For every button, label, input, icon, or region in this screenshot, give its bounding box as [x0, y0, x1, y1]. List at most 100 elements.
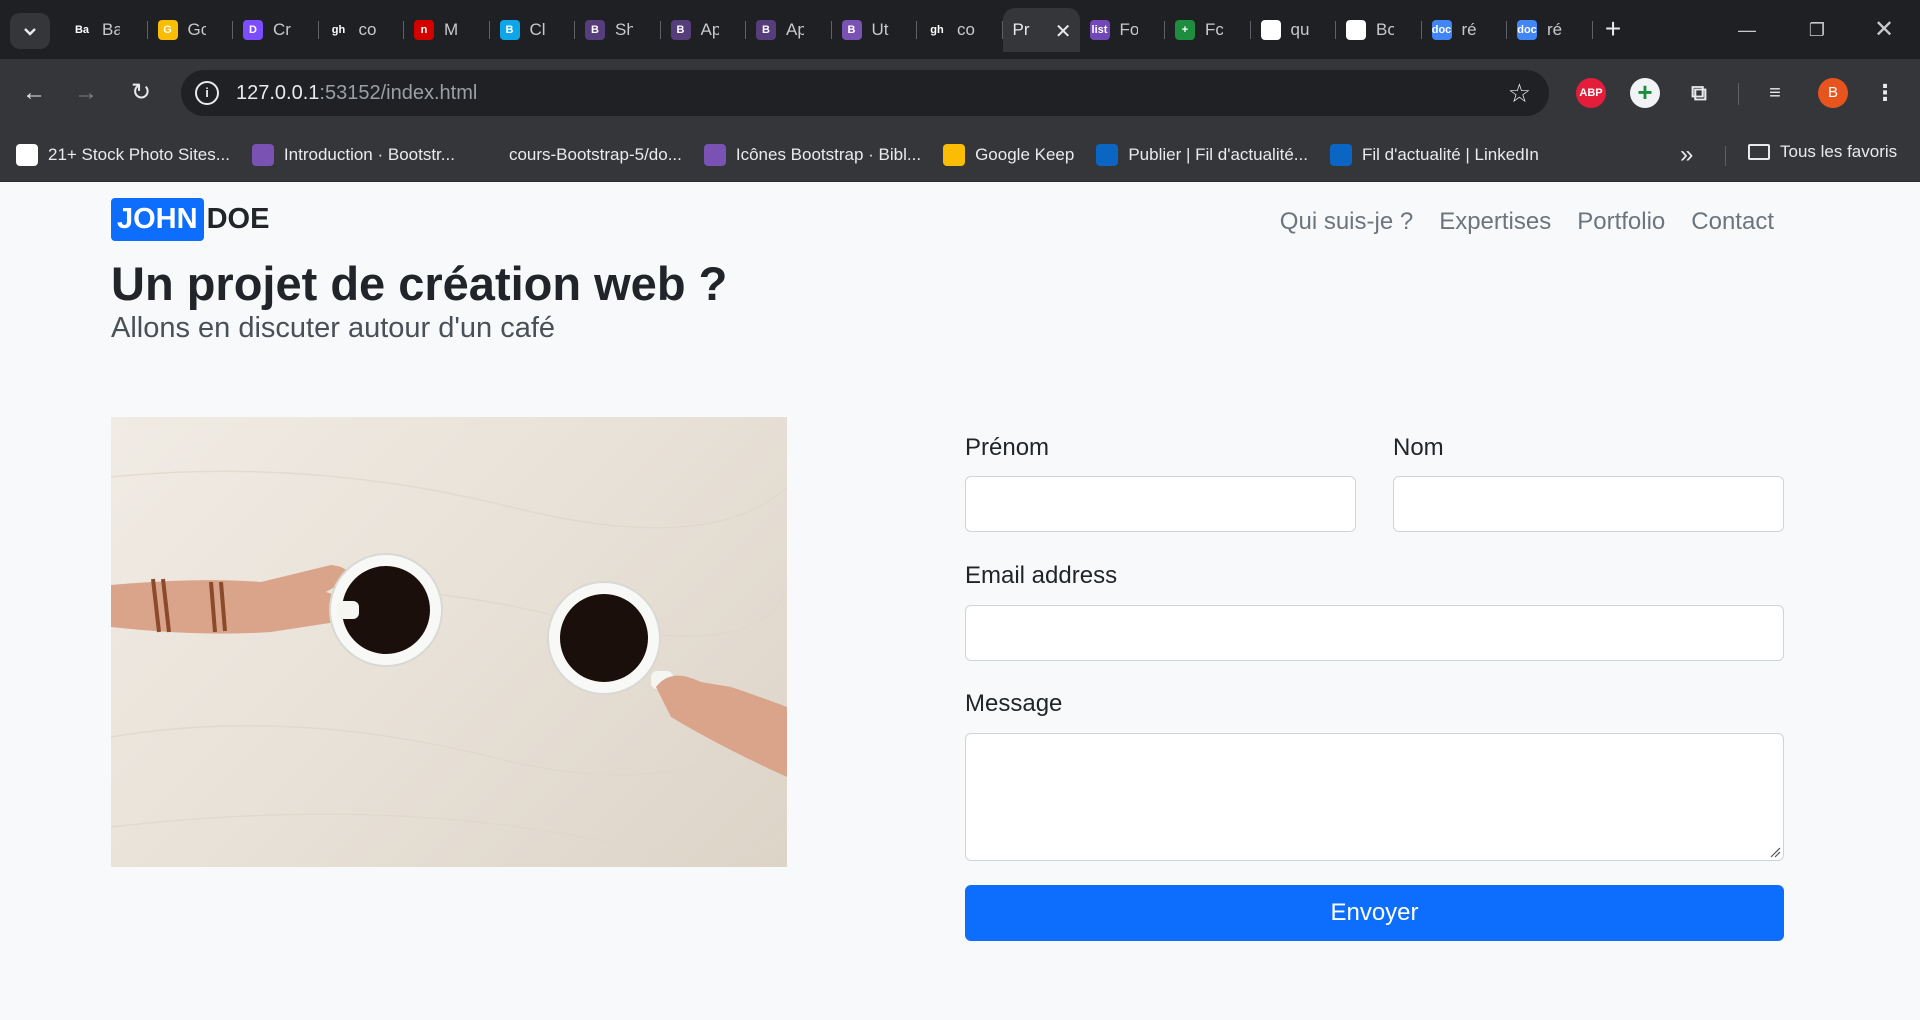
tab-favicon-icon: M	[1346, 20, 1366, 40]
bookmark-item[interactable]: Fil d'actualité | LinkedIn	[1329, 144, 1539, 166]
tab[interactable]: B Ap	[661, 8, 747, 52]
bookmark-star-icon[interactable]: ☆	[1508, 78, 1531, 109]
tab[interactable]: D Cr	[233, 8, 319, 52]
more-menu-icon[interactable]: ⋮	[1870, 78, 1900, 108]
bookmark-label: Publier | Fil d'actualité...	[1128, 145, 1308, 164]
tab[interactable]: nM	[404, 8, 490, 52]
tab[interactable]: B Sh	[575, 8, 661, 52]
tab-title: M	[444, 20, 459, 39]
last-name-label: Nom	[1393, 434, 1444, 461]
tab[interactable]: doc ré	[1422, 8, 1508, 52]
browser-tab-bar: Ba Ba G Gc D Cr gh co n M B Cl B Sh B Ap B Ap B Ut gh co Pr ✕ li…	[0, 0, 1920, 59]
url-text[interactable]: 127.0.0.1:53152/index.html	[236, 82, 477, 105]
tab[interactable]: Ba Ba	[62, 8, 148, 52]
bookmark-item[interactable]: 21+ Stock Photo Sites...	[16, 144, 230, 166]
nav-link-about[interactable]: Qui suis-je ?	[1280, 208, 1413, 236]
all-bookmarks-button[interactable]: Tous les favoris	[1748, 142, 1897, 162]
address-bar[interactable]: i 127.0.0.1:53152/index.html ☆	[181, 70, 1549, 116]
forward-button[interactable]: →	[68, 75, 104, 111]
nav-link-portfolio[interactable]: Portfolio	[1577, 208, 1665, 236]
tab-title: Ap	[700, 20, 719, 39]
nav-link-expertises[interactable]: Expertises	[1439, 208, 1551, 236]
bookmark-label: Google Keep	[975, 145, 1075, 164]
linkedin-icon	[1096, 144, 1119, 166]
tab-title: Bo	[1376, 20, 1394, 39]
tab[interactable]: gh co	[319, 8, 405, 52]
site-brand[interactable]: JOHN DOE	[111, 198, 269, 241]
tab-strip: Ba Ba G Gc D Cr gh co n M B Cl B Sh B Ap B Ap B Ut gh co Pr ✕ li…	[62, 8, 1593, 52]
extensions-puzzle-icon[interactable]: ⧉	[1684, 78, 1714, 108]
message-label: Message	[965, 690, 1063, 717]
first-name-label: Prénom	[965, 434, 1050, 461]
profile-avatar[interactable]: B	[1818, 78, 1848, 108]
tab[interactable]: B Ut	[832, 8, 918, 52]
nav-link-contact[interactable]: Contact	[1691, 208, 1774, 236]
tab[interactable]: Gqu	[1251, 8, 1337, 52]
message-textarea[interactable]	[965, 733, 1784, 861]
bootstrap-icon	[251, 144, 274, 166]
bookmark-item[interactable]: Google Keep	[943, 144, 1074, 166]
restore-button[interactable]: ❐	[1793, 10, 1841, 50]
bookmark-item[interactable]: Introduction · Bootstr...	[251, 144, 455, 166]
tab[interactable]: + Fc	[1165, 8, 1251, 52]
close-window-button[interactable]: ✕	[1860, 10, 1908, 50]
folder-icon	[1748, 144, 1770, 160]
tab[interactable]: gh co	[917, 8, 1003, 52]
tab-favicon-icon: Ba	[72, 20, 92, 40]
adblock-extension-icon[interactable]: ABP	[1576, 78, 1606, 108]
resize-handle-icon[interactable]	[1769, 846, 1781, 858]
tab-favicon-icon: B	[756, 20, 776, 40]
site-navigation: Qui suis-je ? Expertises Portfolio Conta…	[1280, 208, 1774, 236]
bookmark-item[interactable]: Icônes Bootstrap · Bibl...	[703, 144, 922, 166]
tab-search-button[interactable]	[10, 13, 50, 49]
tab-favicon-icon: gh	[328, 20, 349, 40]
email-input[interactable]	[965, 605, 1784, 661]
tab-title: Fc	[1205, 20, 1223, 39]
tab-close-icon[interactable]: ✕	[1055, 19, 1072, 44]
new-tab-button[interactable]: +	[1596, 14, 1630, 48]
github-icon	[476, 144, 499, 166]
tab-favicon-icon: G	[1260, 20, 1281, 40]
tab-favicon-icon: B	[585, 20, 605, 40]
tab[interactable]: G Gc	[148, 8, 234, 52]
first-name-input[interactable]	[965, 476, 1356, 532]
tab-title: co	[957, 20, 975, 39]
site-info-icon[interactable]: i	[195, 81, 219, 105]
all-bookmarks-label: Tous les favoris	[1780, 142, 1898, 161]
browser-toolbar: ← → ↻ i 127.0.0.1:53152/index.html ☆ ABP…	[0, 59, 1920, 129]
tab-title: Cl	[529, 20, 546, 39]
tab-title: co	[358, 20, 377, 39]
tab-title: Cr	[273, 20, 291, 39]
tab-title: Fo	[1119, 20, 1138, 39]
submit-button[interactable]: Envoyer	[965, 885, 1784, 941]
last-name-input[interactable]	[1393, 476, 1784, 532]
tab-title: ré	[1461, 20, 1477, 39]
tab[interactable]: doc ré	[1507, 8, 1593, 52]
bookmark-item[interactable]: Publier | Fil d'actualité...	[1096, 144, 1308, 166]
back-button[interactable]: ←	[16, 75, 52, 111]
google-icon	[16, 144, 38, 166]
tab-favicon-icon: B	[841, 20, 862, 40]
tab-favicon-icon: +	[1175, 20, 1195, 40]
minimize-button[interactable]: —	[1723, 10, 1771, 50]
email-label: Email address	[965, 562, 1118, 589]
bookmark-label: Icônes Bootstrap · Bibl...	[735, 145, 922, 164]
bookmark-item[interactable]: cours-Bootstrap-5/do...	[476, 144, 682, 166]
tab[interactable]: list Fo	[1080, 8, 1166, 52]
more-bookmarks-icon[interactable]: »	[1680, 141, 1693, 169]
bookmark-label: cours-Bootstrap-5/do...	[508, 145, 682, 164]
media-control-icon[interactable]: ≡	[1760, 78, 1790, 108]
tab-active[interactable]: Pr ✕	[1002, 8, 1080, 52]
page-subtitle: Allons en discuter autour d'un café	[111, 312, 556, 344]
tab[interactable]: M Bo	[1336, 8, 1422, 52]
tab-favicon-icon: G	[157, 20, 178, 40]
tab[interactable]: B Ap	[746, 8, 832, 52]
reload-button[interactable]: ↻	[123, 75, 159, 111]
tab-favicon-icon: B	[499, 20, 520, 40]
add-extension-icon[interactable]: +	[1630, 78, 1660, 108]
tab[interactable]: B Cl	[490, 8, 576, 52]
bookmark-label: Introduction · Bootstr...	[283, 145, 455, 164]
page-title: Un projet de création web ?	[111, 257, 728, 310]
tab-title: Ap	[786, 20, 804, 39]
brand-last-name: DOE	[206, 203, 270, 235]
